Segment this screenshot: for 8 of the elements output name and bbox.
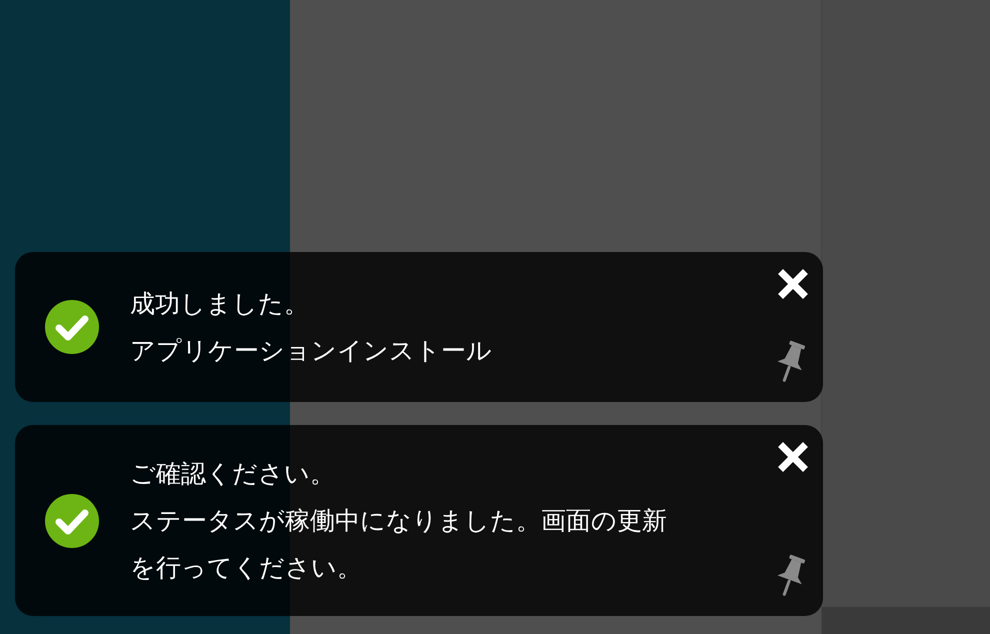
notification-message: ステータスが稼働中になりました。画面の更新を行ってください。 xyxy=(130,505,668,584)
check-icon xyxy=(45,300,99,354)
notification-title: ご確認ください。 xyxy=(130,458,336,490)
notification-title: 成功しました。 xyxy=(130,288,310,320)
close-icon xyxy=(777,268,809,300)
close-icon xyxy=(777,441,809,473)
notification-message: アプリケーションインストール xyxy=(130,335,493,367)
check-icon xyxy=(45,494,99,548)
